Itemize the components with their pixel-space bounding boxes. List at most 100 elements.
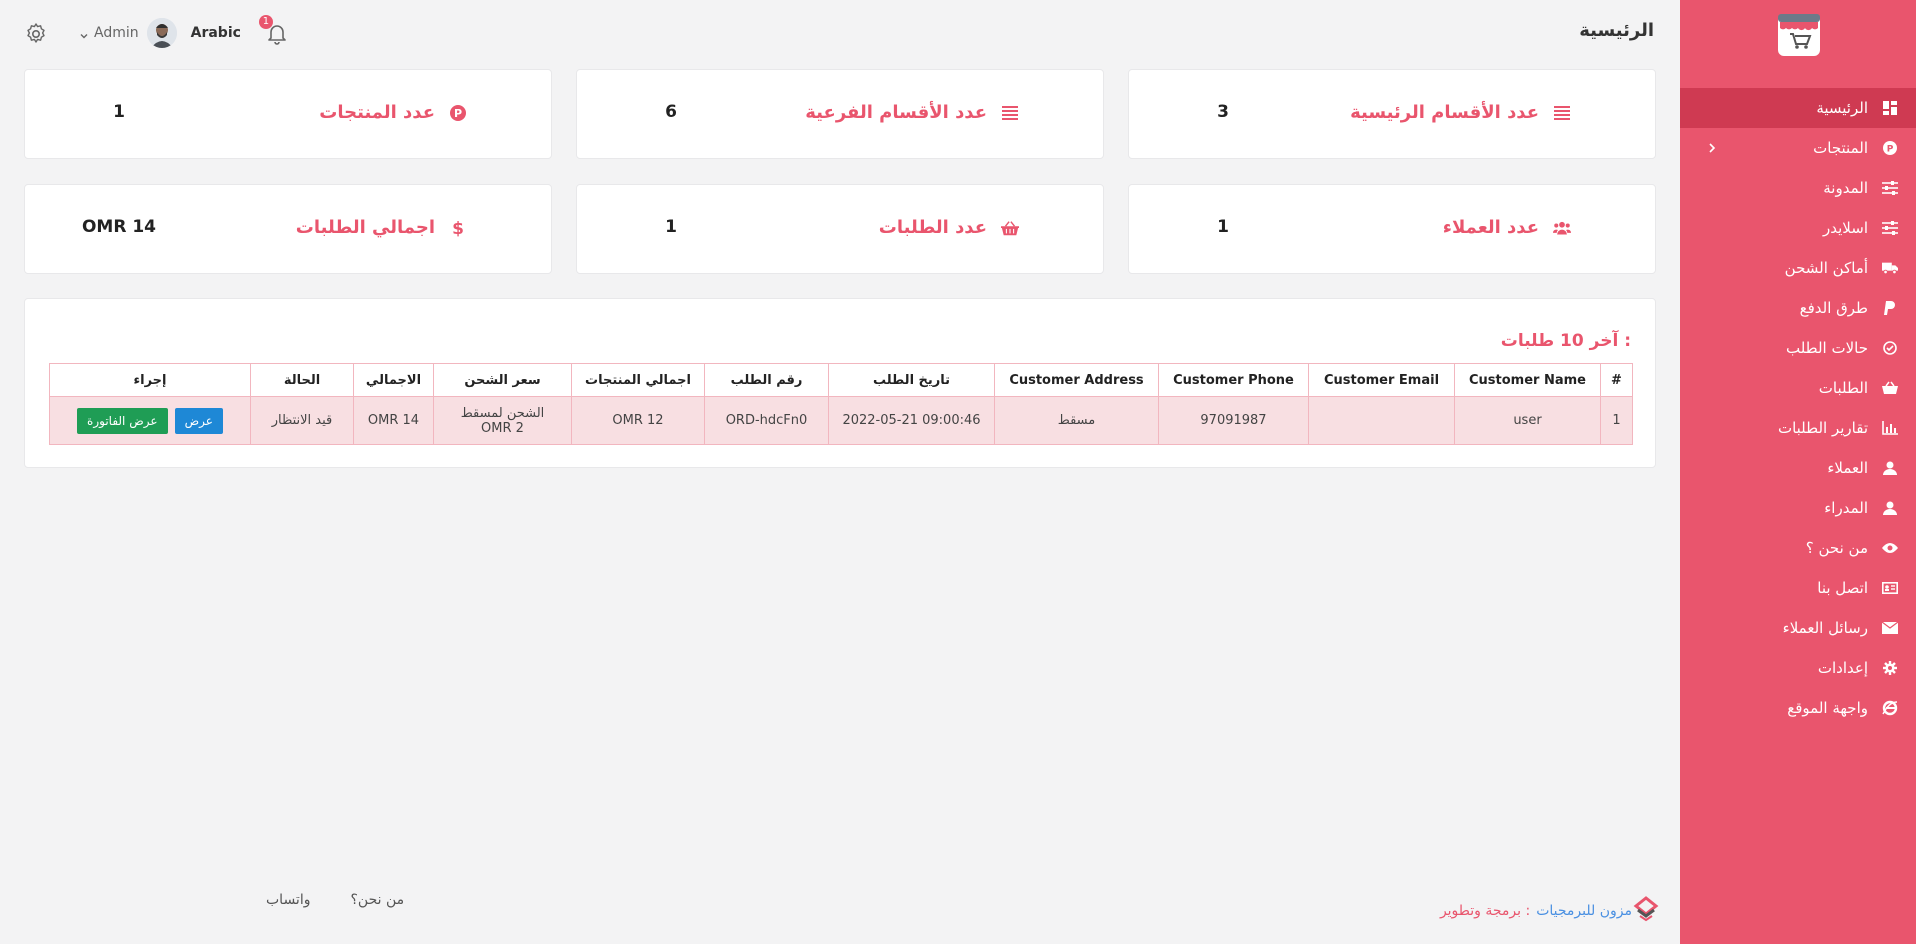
sidebar-item-slider[interactable]: اسلايدر [1680,208,1916,248]
sidebar-item-label: اسلايدر [1823,219,1868,237]
svg-text:$: $ [452,219,464,237]
paypal-icon [1882,300,1898,316]
cell-total: OMR 14 [353,396,434,445]
stat-label: عدد الطلبات [878,217,987,238]
cell-order-date: 2022-05-21 09:00:46 [828,396,995,445]
sliders-icon [1882,220,1898,236]
user-name[interactable]: Admin [94,25,139,41]
cell-status: قيد الانتظار [250,396,354,445]
sidebar-item-label: أماكن الشحن [1784,259,1868,277]
language-switcher[interactable]: Arabic [191,25,241,41]
table-header-row: # Customer Name Customer Email Customer … [49,363,1633,397]
sidebar-item-shipping-places[interactable]: أماكن الشحن [1680,248,1916,288]
chevron-right-icon[interactable] [1704,140,1720,156]
user-icon [1882,500,1898,516]
sidebar-item-order-reports[interactable]: تقارير الطلبات [1680,408,1916,448]
view-invoice-button[interactable]: عرض الفاتورة [77,407,168,434]
view-order-button[interactable]: عرض [174,407,223,434]
cell-customer-email [1308,396,1455,445]
sidebar-item-label: رسائل العملاء [1782,619,1868,637]
sidebar-item-products[interactable]: المنتجات P [1680,128,1916,168]
sidebar-item-label: المنتجات [1813,139,1868,157]
basket-icon [1001,219,1019,237]
cell-actions: عرض عرض الفاتورة [49,396,251,445]
sidebar-item-label: واجهة الموقع [1787,699,1868,717]
check-circle-icon [1882,340,1898,356]
column-header: سعر الشحن [433,363,572,397]
orders-table: # Customer Name Customer Email Customer … [49,363,1633,445]
sidebar-menu: الرئيسية المنتجات P المدونة اسلايدر أماك… [1680,88,1916,728]
notifications-bell[interactable]: 1 [258,15,289,45]
sidebar-item-blog[interactable]: المدونة [1680,168,1916,208]
cell-customer-address: مسقط [994,396,1159,445]
user-menu[interactable]: Admin Arabic 1 [78,15,289,48]
sidebar-item-customers[interactable]: العملاء [1680,448,1916,488]
sidebar-item-label: اتصل بنا [1817,579,1868,597]
sidebar-item-label: طرق الدفع [1799,299,1868,317]
latest-orders-panel: آخر 10 طلبات : # Customer Name Customer … [24,298,1656,468]
contact-card-icon [1882,580,1898,596]
list-icon [1001,104,1019,122]
stat-label: اجمالي الطلبات [295,217,435,238]
column-header: الاجمالي [353,363,434,397]
users-icon [1553,219,1571,237]
stat-label: عدد العملاء [1442,217,1539,238]
sidebar-item-home[interactable]: الرئيسية [1680,88,1916,128]
list-icon [1553,104,1571,122]
settings-gear-icon[interactable] [24,22,48,46]
footer-links: واتساب من نحن؟ [266,892,444,908]
page-title: الرئيسية [1579,20,1654,41]
footer-link-about[interactable]: من نحن؟ [350,892,404,908]
sidebar-item-label: من نحن ؟ [1805,539,1868,557]
store-logo-icon[interactable] [1776,10,1822,58]
eye-icon [1882,540,1898,556]
cell-products-total: OMR 12 [571,396,705,445]
products-p-icon: P [1882,140,1898,156]
sidebar-item-label: المدراء [1824,499,1868,517]
footer-link-whatsapp[interactable]: واتساب [266,892,310,908]
sidebar-item-orders[interactable]: الطلبات [1680,368,1916,408]
company-logo-icon [1632,896,1660,926]
sidebar-item-label: المدونة [1823,179,1868,197]
stat-value: 1 [665,217,677,237]
sidebar-item-customer-messages[interactable]: رسائل العملاء [1680,608,1916,648]
cell-order-number: ORD-hdcFn0 [704,396,829,445]
dollar-icon: $ [449,219,467,237]
avatar[interactable] [146,18,177,48]
cell-shipping-price: الشحن لمسقط OMR 2 [433,396,572,445]
column-header: # [1600,363,1633,397]
sidebar-item-contact[interactable]: اتصل بنا [1680,568,1916,608]
truck-icon [1882,260,1898,276]
column-header: تاريخ الطلب [828,363,995,397]
sidebar-item-about[interactable]: من نحن ؟ [1680,528,1916,568]
column-header: الحالة [250,363,354,397]
chevron-down-icon[interactable] [78,27,90,39]
column-header: إجراء [49,363,251,397]
stat-value: 3 [1217,102,1229,122]
sidebar-item-label: حالات الطلب [1785,339,1868,357]
svg-text:P: P [454,107,462,120]
stat-card-main-categories: عدد الأقسام الرئيسية 3 [1128,69,1656,159]
chart-icon [1882,420,1898,436]
cell-customer-phone: 97091987 [1158,396,1309,445]
stat-card-products: P عدد المنتجات 1 [24,69,552,159]
stat-value: OMR 14 [81,217,157,237]
shipping-amount: OMR 2 [481,420,524,436]
stat-card-sub-categories: عدد الأقسام الفرعية 6 [576,69,1104,159]
internet-explorer-icon [1882,700,1898,716]
stat-label: عدد الأقسام الفرعية [805,102,987,123]
sidebar-item-storefront[interactable]: واجهة الموقع [1680,688,1916,728]
credit-company-link[interactable]: مزون للبرمجيات [1536,903,1632,919]
notification-badge: 1 [258,15,273,29]
column-header: Customer Name [1454,363,1601,397]
column-header: Customer Address [994,363,1159,397]
svg-text:P: P [1887,145,1894,155]
stat-card-orders: عدد الطلبات 1 [576,184,1104,274]
sidebar-item-label: العملاء [1827,459,1868,477]
topbar: الرئيسية Admin Arabic 1 [0,0,1680,66]
sidebar-item-order-statuses[interactable]: حالات الطلب [1680,328,1916,368]
stat-label: عدد الأقسام الرئيسية [1350,102,1539,123]
sidebar-item-payment-methods[interactable]: طرق الدفع [1680,288,1916,328]
sidebar-item-settings[interactable]: إعدادات [1680,648,1916,688]
sidebar-item-admins[interactable]: المدراء [1680,488,1916,528]
